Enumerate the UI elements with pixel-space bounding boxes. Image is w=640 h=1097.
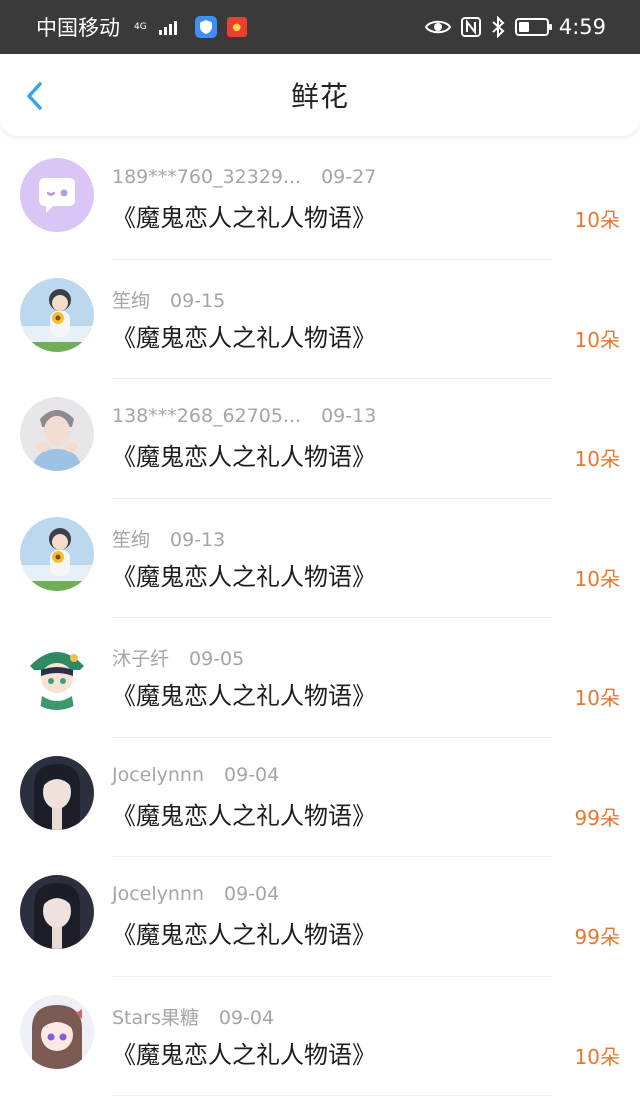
flower-count: 10朵 bbox=[574, 208, 620, 232]
record-date: 09-04 bbox=[224, 763, 280, 786]
username[interactable]: 138***268_62705... bbox=[112, 405, 301, 427]
record-date: 09-13 bbox=[170, 528, 226, 551]
clock: 4:59 bbox=[558, 15, 606, 39]
record-date: 09-13 bbox=[321, 405, 377, 427]
battery-icon bbox=[514, 18, 552, 36]
anime-boy-sunflower-avatar bbox=[20, 516, 94, 591]
flower-count: 99朵 bbox=[574, 805, 620, 830]
row-divider bbox=[112, 1095, 552, 1096]
username[interactable]: 沐子纤 bbox=[112, 648, 169, 670]
list-item[interactable]: 沐子纤 09-05 《魔鬼恋人之礼人物语》 10朵 bbox=[0, 618, 640, 738]
list-item[interactable]: 189***760_32329... 09-27 《魔鬼恋人之礼人物语》 10朵 bbox=[0, 140, 640, 260]
book-title[interactable]: 《魔鬼恋人之礼人物语》 bbox=[112, 557, 376, 592]
anime-boy-sunflower-avatar bbox=[20, 277, 94, 352]
record-meta: 笙绚 09-15 bbox=[112, 286, 225, 313]
nfc-icon bbox=[460, 17, 481, 37]
list-item[interactable]: 138***268_62705... 09-13 《魔鬼恋人之礼人物语》 10朵 bbox=[0, 379, 640, 499]
photo-girl-avatar bbox=[20, 755, 94, 830]
shield-app-icon bbox=[194, 16, 217, 38]
photo-person-avatar bbox=[20, 397, 94, 471]
record-date: 09-15 bbox=[170, 289, 226, 312]
photo-girl-avatar bbox=[20, 875, 94, 949]
list-item[interactable]: 笙绚 09-15 《魔鬼恋人之礼人物语》 10朵 bbox=[0, 260, 640, 379]
record-date: 09-04 bbox=[218, 1006, 275, 1029]
nav-bar: 鲜花 bbox=[0, 54, 640, 136]
flower-count: 99朵 bbox=[574, 925, 620, 949]
book-title[interactable]: 《魔鬼恋人之礼人物语》 bbox=[112, 437, 376, 472]
page-title: 鲜花 bbox=[290, 80, 349, 113]
record-date: 09-27 bbox=[321, 166, 377, 188]
flower-count: 10朵 bbox=[574, 1044, 620, 1069]
flower-count: 10朵 bbox=[574, 447, 620, 471]
record-meta: 189***760_32329... 09-27 bbox=[112, 166, 376, 188]
username[interactable]: 笙绚 bbox=[112, 290, 150, 312]
back-arrow-icon[interactable] bbox=[20, 78, 52, 114]
username[interactable]: Stars果糖 bbox=[112, 1007, 199, 1029]
record-date: 09-05 bbox=[189, 648, 245, 670]
username[interactable]: 笙绚 bbox=[112, 529, 150, 551]
record-meta: 138***268_62705... 09-13 bbox=[112, 405, 376, 427]
record-meta: Jocelynnn 09-04 bbox=[112, 764, 279, 786]
record-date: 09-04 bbox=[224, 883, 280, 905]
book-title[interactable]: 《魔鬼恋人之礼人物语》 bbox=[112, 198, 376, 233]
flower-record-list: 189***760_32329... 09-27 《魔鬼恋人之礼人物语》 10朵 … bbox=[0, 140, 640, 1096]
record-meta: 笙绚 09-13 bbox=[112, 525, 225, 552]
eye-icon bbox=[424, 20, 451, 34]
bluetooth-icon bbox=[492, 16, 505, 38]
record-meta: Jocelynnn 09-04 bbox=[112, 883, 279, 905]
status-bar: 中国移动 4G ● 4:59 bbox=[0, 0, 640, 54]
record-meta: Stars果糖 09-04 bbox=[112, 1003, 274, 1030]
signal-icon bbox=[158, 19, 177, 35]
carrier-label: 中国移动 bbox=[36, 16, 120, 40]
username[interactable]: 189***760_32329... bbox=[112, 166, 301, 188]
list-item[interactable]: Jocelynnn 09-04 《魔鬼恋人之礼人物语》 99朵 bbox=[0, 857, 640, 977]
list-item[interactable]: Jocelynnn 09-04 《魔鬼恋人之礼人物语》 99朵 bbox=[0, 738, 640, 857]
record-meta: 沐子纤 09-05 bbox=[112, 644, 244, 671]
list-item[interactable]: 笙绚 09-13 《魔鬼恋人之礼人物语》 10朵 bbox=[0, 499, 640, 618]
flower-count: 10朵 bbox=[574, 686, 620, 710]
book-title[interactable]: 《魔鬼恋人之礼人物语》 bbox=[112, 915, 376, 950]
book-title[interactable]: 《魔鬼恋人之礼人物语》 bbox=[112, 318, 376, 353]
network-type-label: 4G bbox=[134, 21, 147, 32]
book-title[interactable]: 《魔鬼恋人之礼人物语》 bbox=[112, 796, 376, 831]
username[interactable]: Jocelynnn bbox=[112, 764, 204, 786]
username[interactable]: Jocelynnn bbox=[112, 883, 204, 905]
book-title[interactable]: 《魔鬼恋人之礼人物语》 bbox=[112, 676, 376, 711]
chat-bubble-avatar bbox=[20, 158, 94, 232]
book-title[interactable]: 《魔鬼恋人之礼人物语》 bbox=[112, 1035, 376, 1070]
notification-app-icon: ● bbox=[226, 17, 247, 37]
flower-count: 10朵 bbox=[574, 566, 620, 591]
flower-count: 10朵 bbox=[574, 327, 620, 352]
anime-green-hat-avatar bbox=[20, 636, 94, 710]
anime-girl-avatar bbox=[20, 994, 94, 1069]
list-item[interactable]: Stars果糖 09-04 《魔鬼恋人之礼人物语》 10朵 bbox=[0, 977, 640, 1096]
